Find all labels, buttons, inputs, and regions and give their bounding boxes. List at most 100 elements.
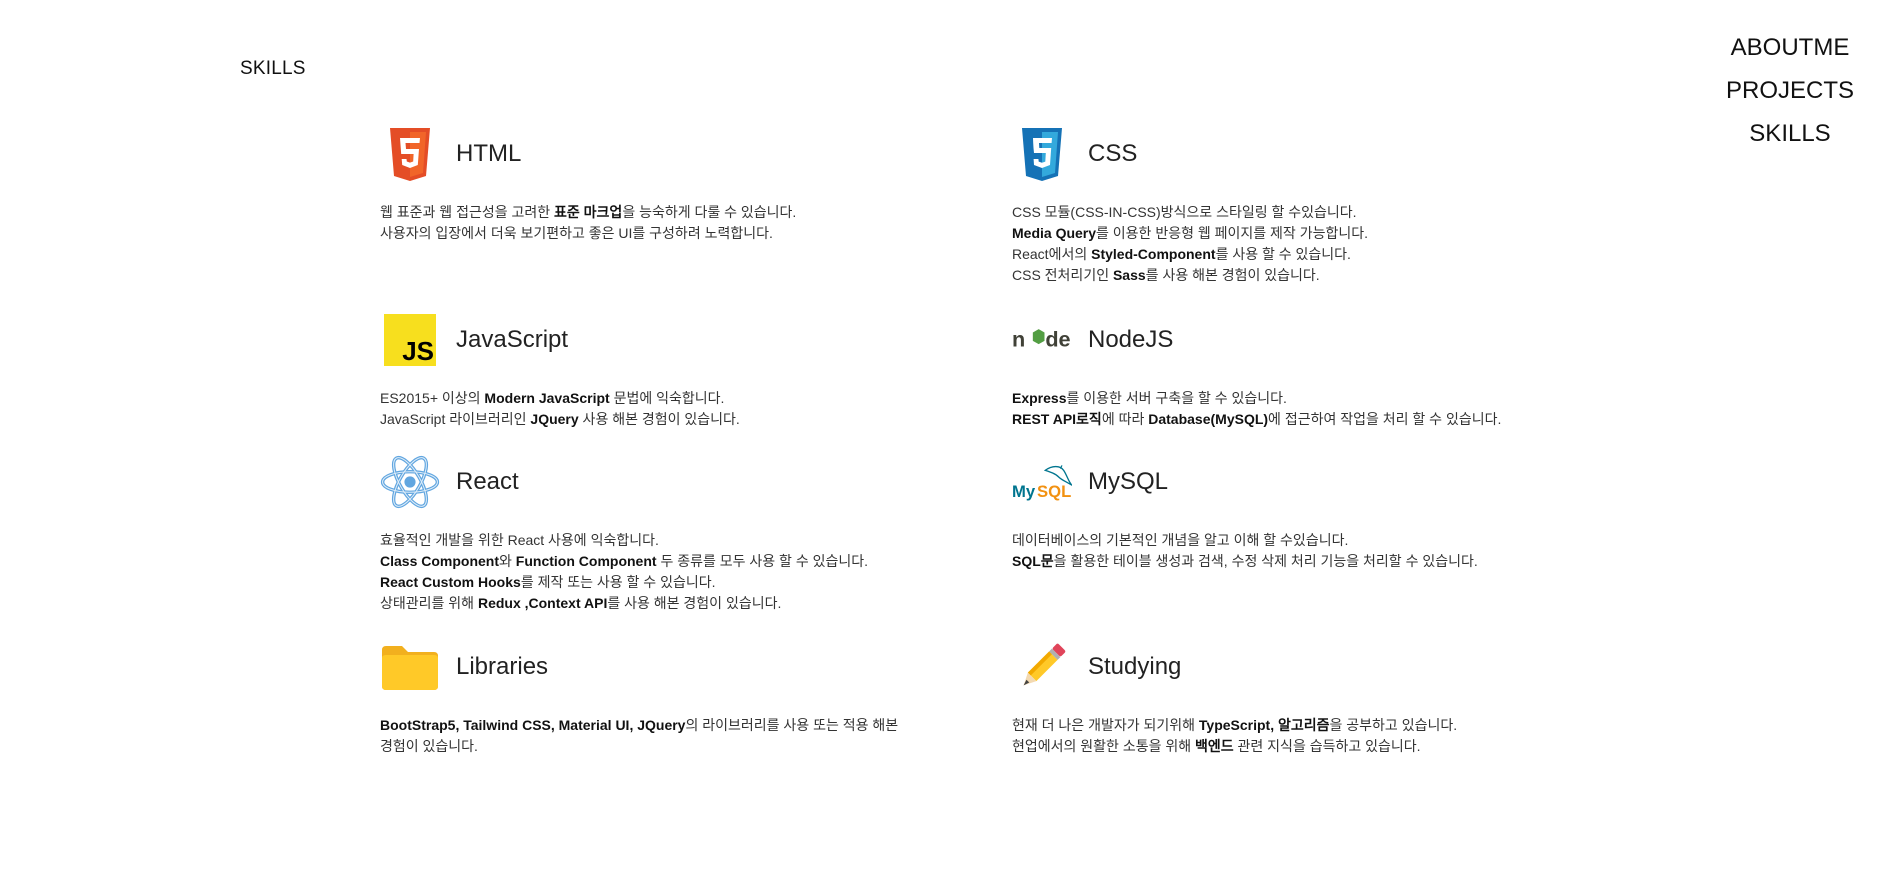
- skill-description: 데이터베이스의 기본적인 개념을 알고 이해 할 수있습니다. SQL문을 활용한…: [1012, 530, 1572, 572]
- description-emphasis: JQuery: [530, 411, 579, 427]
- skill-description: 효율적인 개발을 위한 React 사용에 익숙합니다. Class Compon…: [380, 530, 940, 614]
- description-emphasis: Express: [1012, 390, 1067, 406]
- description-text: 두 종류를 모두 사용 할 수 있습니다.: [656, 553, 868, 569]
- description-text: 상태관리를 위해: [380, 595, 478, 611]
- description-emphasis: SQL문: [1012, 553, 1054, 569]
- description-text: JavaScript 라이브러리인: [380, 411, 531, 427]
- description-text: 현업에서의 원활한 소통을 위해: [1012, 738, 1195, 754]
- description-text: 관련 지식을 습득하고 있습니다.: [1233, 738, 1421, 754]
- description-line: SQL문을 활용한 테이블 생성과 검색, 수정 삭제 처리 기능을 처리할 수…: [1012, 551, 1572, 572]
- description-text: React에서의: [1012, 246, 1092, 262]
- description-emphasis: BootStrap5, Tailwind CSS, Material UI, J…: [380, 717, 686, 733]
- skill-card-css: CSS CSS 모듈(CSS-IN-CSS)방식으로 스타일링 할 수있습니다.…: [1012, 124, 1572, 286]
- description-emphasis: Database(MySQL): [1148, 411, 1269, 427]
- skill-name: MySQL: [1088, 468, 1169, 495]
- description-line: React Custom Hooks를 제작 또는 사용 할 수 있습니다.: [380, 572, 940, 593]
- skill-name: Libraries: [456, 653, 549, 680]
- description-line: 현재 더 나은 개발자가 되기위해 TypeScript, 알고리즘을 공부하고…: [1012, 715, 1572, 736]
- description-emphasis: TypeScript, 알고리즘: [1198, 717, 1330, 733]
- description-text: 효율적인 개발을 위한 React 사용에 익숙합니다.: [380, 532, 659, 548]
- description-text: 를 제작 또는 사용 할 수 있습니다.: [520, 574, 716, 590]
- description-line: Class Component와 Function Component 두 종류…: [380, 551, 940, 572]
- description-emphasis: 표준 마크업: [554, 204, 623, 220]
- description-text: 사용자의 입장에서 더욱 보기편하고 좋은 UI를 구성하려 노력합니다.: [380, 225, 773, 241]
- description-text: 를 사용 해본 경험이 있습니다.: [1145, 267, 1320, 283]
- svg-text:JS: JS: [402, 336, 434, 366]
- description-line: 사용자의 입장에서 더욱 보기편하고 좋은 UI를 구성하려 노력합니다.: [380, 223, 940, 244]
- description-line: 웹 표준과 웹 접근성을 고려한 표준 마크업을 능숙하게 다룰 수 있습니다.: [380, 202, 940, 223]
- description-text: 웹 표준과 웹 접근성을 고려한: [380, 204, 555, 220]
- description-text: 문법에 익숙합니다.: [609, 390, 725, 406]
- svg-text:de: de: [1045, 327, 1070, 352]
- html5-icon: [380, 124, 440, 184]
- description-line: ES2015+ 이상의 Modern JavaScript 문법에 익숙합니다.: [380, 388, 940, 409]
- description-text: CSS 모듈(CSS-IN-CSS)방식으로 스타일링 할 수있습니다.: [1012, 204, 1357, 220]
- description-text: 을 활용한 테이블 생성과 검색, 수정 삭제 처리 기능을 처리할 수 있습니…: [1053, 553, 1478, 569]
- description-line: CSS 전처리기인 Sass를 사용 해본 경험이 있습니다.: [1012, 265, 1572, 286]
- description-emphasis: REST API로직: [1012, 411, 1102, 427]
- description-line: JavaScript 라이브러리인 JQuery 사용 해본 경험이 있습니다.: [380, 409, 940, 430]
- svg-text:SQL: SQL: [1037, 482, 1071, 501]
- description-text: 를 사용 할 수 있습니다.: [1215, 246, 1351, 262]
- skills-grid: HTML 웹 표준과 웹 접근성을 고려한 표준 마크업을 능숙하게 다룰 수 …: [0, 0, 1890, 885]
- description-text: 현재 더 나은 개발자가 되기위해: [1012, 717, 1199, 733]
- description-emphasis: Styled-Component: [1091, 246, 1216, 262]
- skill-name: NodeJS: [1088, 326, 1174, 353]
- description-line: 효율적인 개발을 위한 React 사용에 익숙합니다.: [380, 530, 940, 551]
- skill-name: JavaScript: [456, 326, 569, 353]
- description-line: REST API로직에 따라 Database(MySQL)에 접근하여 작업을…: [1012, 409, 1572, 430]
- skill-name: React: [456, 468, 519, 495]
- svg-text:My: My: [1012, 482, 1036, 501]
- description-emphasis: React Custom Hooks: [380, 574, 521, 590]
- description-emphasis: Sass: [1112, 267, 1146, 283]
- description-text: 을 능숙하게 다룰 수 있습니다.: [622, 204, 797, 220]
- mysql-icon: My SQL: [1012, 452, 1072, 512]
- description-emphasis: Modern JavaScript: [484, 390, 610, 406]
- description-emphasis: Redux ,Context API: [477, 595, 608, 611]
- skill-name: CSS: [1088, 140, 1138, 167]
- description-text: 를 사용 해본 경험이 있습니다.: [607, 595, 782, 611]
- skill-description: 웹 표준과 웹 접근성을 고려한 표준 마크업을 능숙하게 다룰 수 있습니다.…: [380, 202, 940, 244]
- description-line: CSS 모듈(CSS-IN-CSS)방식으로 스타일링 할 수있습니다.: [1012, 202, 1572, 223]
- description-text: 에 따라: [1101, 411, 1149, 427]
- nodejs-icon: n de: [1012, 310, 1072, 370]
- skill-description: Express를 이용한 서버 구축을 할 수 있습니다. REST API로직에…: [1012, 388, 1572, 430]
- skill-card-nodejs: n de NodeJS Express를 이용한 서버 구축을 할 수 있습니다…: [1012, 310, 1572, 430]
- skill-description: BootStrap5, Tailwind CSS, Material UI, J…: [380, 715, 940, 757]
- description-text: 를 이용한 서버 구축을 할 수 있습니다.: [1066, 390, 1287, 406]
- skill-name: Studying: [1088, 653, 1182, 680]
- pencil-icon: [1012, 637, 1072, 697]
- css3-icon: [1012, 124, 1072, 184]
- folder-icon: [380, 637, 440, 697]
- description-text: 을 공부하고 있습니다.: [1329, 717, 1458, 733]
- description-emphasis: Media Query: [1012, 225, 1097, 241]
- skill-description: 현재 더 나은 개발자가 되기위해 TypeScript, 알고리즘을 공부하고…: [1012, 715, 1572, 757]
- skill-card-html: HTML 웹 표준과 웹 접근성을 고려한 표준 마크업을 능숙하게 다룰 수 …: [380, 124, 940, 244]
- skill-description: CSS 모듈(CSS-IN-CSS)방식으로 스타일링 할 수있습니다. Medi…: [1012, 202, 1572, 286]
- description-emphasis: 백엔드: [1195, 738, 1234, 754]
- description-line: Express를 이용한 서버 구축을 할 수 있습니다.: [1012, 388, 1572, 409]
- skill-description: ES2015+ 이상의 Modern JavaScript 문법에 익숙합니다.…: [380, 388, 940, 430]
- description-line: Media Query를 이용한 반응형 웹 페이지를 제작 가능합니다.: [1012, 223, 1572, 244]
- skill-name: HTML: [456, 140, 522, 167]
- description-text: 와: [499, 553, 516, 569]
- react-icon: [380, 452, 440, 512]
- description-text: 데이터베이스의 기본적인 개념을 알고 이해 할 수있습니다.: [1012, 532, 1349, 548]
- description-text: 사용 해본 경험이 있습니다.: [578, 411, 740, 427]
- description-line: 상태관리를 위해 Redux ,Context API를 사용 해본 경험이 있…: [380, 593, 940, 614]
- description-line: BootStrap5, Tailwind CSS, Material UI, J…: [380, 715, 900, 757]
- description-emphasis: Class Component: [380, 553, 500, 569]
- skill-card-libraries: Libraries BootStrap5, Tailwind CSS, Mate…: [380, 637, 940, 757]
- javascript-icon: JS: [380, 310, 440, 370]
- description-text: 에 접근하여 작업을 처리 할 수 있습니다.: [1268, 411, 1502, 427]
- skill-card-react: React 효율적인 개발을 위한 React 사용에 익숙합니다. Class …: [380, 452, 940, 614]
- description-text: CSS 전처리기인: [1012, 267, 1113, 283]
- description-emphasis: Function Component: [515, 553, 657, 569]
- description-line: React에서의 Styled-Component를 사용 할 수 있습니다.: [1012, 244, 1572, 265]
- description-text: 를 이용한 반응형 웹 페이지를 제작 가능합니다.: [1096, 225, 1368, 241]
- description-line: 데이터베이스의 기본적인 개념을 알고 이해 할 수있습니다.: [1012, 530, 1572, 551]
- description-text: ES2015+ 이상의: [380, 390, 485, 406]
- skill-card-javascript: JS JavaScript ES2015+ 이상의 Modern JavaScr…: [380, 310, 940, 430]
- svg-text:n: n: [1012, 327, 1025, 352]
- description-line: 현업에서의 원활한 소통을 위해 백엔드 관련 지식을 습득하고 있습니다.: [1012, 736, 1572, 757]
